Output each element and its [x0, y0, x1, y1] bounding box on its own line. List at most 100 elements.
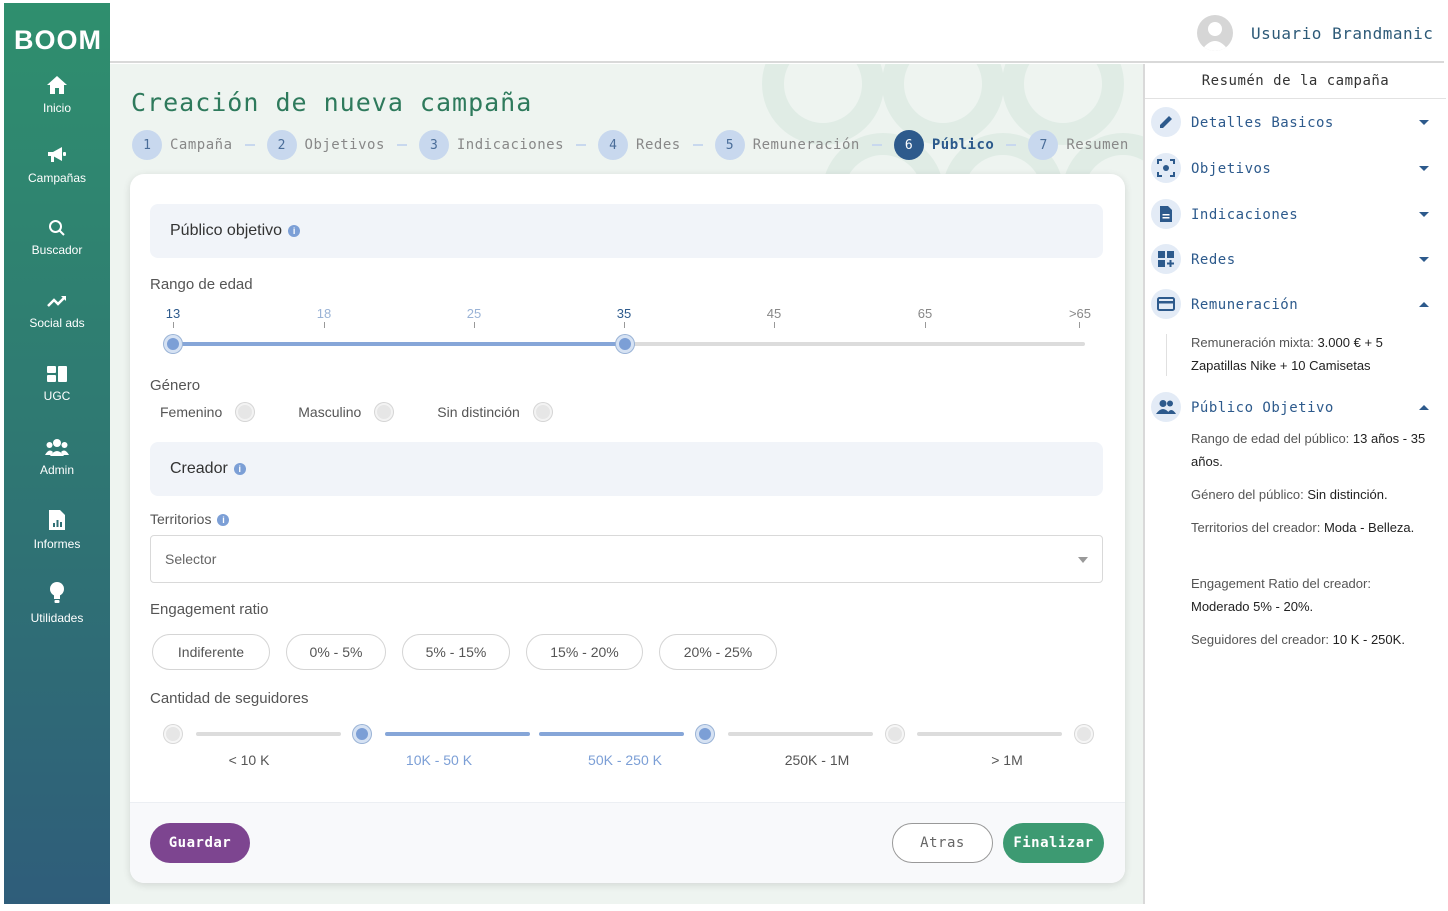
page-title: Creación de nueva campaña — [131, 88, 533, 117]
step-number: 1 — [132, 130, 162, 160]
nav-label: Admin — [39, 463, 74, 477]
trending-up-icon — [47, 296, 66, 307]
step-publico[interactable]: 6 Público — [893, 130, 995, 160]
people-icon — [1151, 392, 1181, 422]
credit-card-icon — [1151, 289, 1181, 319]
age-tick[interactable]: 25 — [454, 306, 494, 321]
engagement-chip[interactable]: 15% - 20% — [526, 634, 643, 670]
summary-section-objetivos[interactable]: Objetivos — [1151, 153, 1441, 185]
followers-range-label: 50K - 250 K — [588, 752, 662, 768]
age-tick[interactable]: 18 — [304, 306, 344, 321]
chevron-up-icon — [1419, 405, 1429, 410]
nav-label: Inicio — [42, 101, 71, 115]
followers-segment[interactable] — [728, 732, 873, 736]
step-label: Indicaciones — [456, 137, 565, 153]
nav-item-inicio[interactable]: Inicio — [4, 75, 110, 115]
age-slider-max-handle[interactable] — [616, 335, 634, 353]
step-campana[interactable]: 1 Campaña — [132, 130, 233, 160]
step-number: 7 — [1028, 130, 1059, 160]
followers-step-dot[interactable] — [886, 725, 904, 743]
gender-radio-sin-distincion[interactable]: Sin distinción — [437, 403, 552, 421]
summary-section-publico[interactable]: Público Objetivo — [1151, 392, 1441, 424]
age-slider-min-handle[interactable] — [164, 335, 182, 353]
info-icon[interactable]: i — [288, 225, 301, 237]
radio-button[interactable] — [533, 403, 552, 421]
territories-select[interactable]: Selector — [150, 535, 1103, 583]
grid-icon — [47, 366, 67, 382]
summary-section-redes[interactable]: Redes — [1151, 244, 1441, 276]
age-tick[interactable]: 65 — [905, 306, 945, 321]
nav-item-admin[interactable]: Admin — [4, 437, 110, 477]
nav-item-informes[interactable]: Informes — [4, 509, 110, 551]
followers-segment[interactable] — [196, 732, 341, 736]
widgets-icon — [1151, 244, 1181, 274]
engagement-chip[interactable]: 0% - 5% — [286, 634, 386, 670]
summary-section-indicaciones[interactable]: Indicaciones — [1151, 199, 1441, 231]
nav-item-buscador[interactable]: Buscador — [4, 219, 110, 257]
nav-item-ugc[interactable]: UGC — [4, 365, 110, 403]
audience-section-title: Público objetivo — [170, 222, 283, 239]
followers-step-dot[interactable] — [1075, 725, 1093, 743]
followers-segment[interactable] — [917, 732, 1062, 736]
gender-radio-masculino[interactable]: Masculino — [298, 403, 394, 421]
age-tick[interactable]: 45 — [754, 306, 794, 321]
step-objetivos[interactable]: 2 Objetivos — [266, 130, 385, 160]
summary-section-label: Indicaciones — [1191, 207, 1299, 223]
nav-item-campanas[interactable]: Campañas — [4, 145, 110, 185]
form-card: Público objetivo i Rango de edad 13 18 25… — [130, 174, 1125, 883]
engagement-chip[interactable]: Indiferente — [152, 634, 270, 670]
select-placeholder: Selector — [165, 551, 217, 567]
search-icon — [49, 220, 65, 236]
followers-segment[interactable] — [385, 732, 530, 736]
followers-step-dot[interactable] — [353, 725, 371, 743]
summary-territories: Territorios del creador: Moda - Belleza. — [1191, 516, 1431, 539]
info-icon[interactable]: i — [217, 514, 230, 526]
tick-mark — [925, 322, 926, 328]
audience-section-title-wrap: Público objetivo i — [170, 222, 301, 240]
summary-remuneration: Remuneración mixta: 3.000 € + 5 Zapatill… — [1191, 331, 1431, 377]
step-separator — [396, 144, 407, 146]
card-footer: Guardar Atras Finalizar — [130, 802, 1125, 883]
finish-button[interactable]: Finalizar — [1003, 823, 1104, 863]
territories-label-wrap: Territorios i — [150, 511, 230, 527]
summary-followers: Seguidores del creador: 10 K - 250K. — [1191, 628, 1431, 651]
radio-button[interactable] — [375, 403, 394, 421]
summary-panel: Resumén de la campaña Detalles Basicos O… — [1143, 64, 1446, 904]
nav-label: Buscador — [31, 243, 83, 257]
gender-radio-femenino[interactable]: Femenino — [160, 403, 255, 421]
step-resumen[interactable]: 7 Resumen — [1028, 130, 1129, 160]
summary-section-detalles[interactable]: Detalles Basicos — [1151, 107, 1441, 139]
followers-step-dot[interactable] — [696, 725, 714, 743]
radio-button[interactable] — [236, 403, 255, 421]
age-tick[interactable]: 13 — [153, 306, 193, 321]
nav-item-utilidades[interactable]: Utilidades — [4, 581, 110, 625]
engagement-chip[interactable]: 5% - 15% — [402, 634, 510, 670]
chevron-down-icon — [1419, 257, 1429, 262]
brand-logo: BOOM — [14, 25, 102, 55]
followers-segment[interactable] — [539, 732, 684, 736]
radio-label: Masculino — [298, 404, 362, 420]
step-remuneracion[interactable]: 5 Remuneración — [714, 130, 860, 160]
avatar[interactable] — [1197, 15, 1233, 51]
age-tick[interactable]: 35 — [604, 306, 644, 321]
save-button[interactable]: Guardar — [150, 823, 250, 863]
followers-step-dot[interactable] — [164, 725, 182, 743]
step-redes[interactable]: 4 Redes — [598, 130, 681, 160]
age-tick[interactable]: >65 — [1060, 306, 1100, 321]
summary-key: Género del público: — [1191, 487, 1308, 502]
info-icon[interactable]: i — [233, 463, 246, 475]
radio-label: Sin distinción — [437, 404, 520, 420]
nav-item-social-ads[interactable]: Social ads — [4, 292, 110, 330]
summary-section-remuneracion[interactable]: Remuneración — [1151, 289, 1441, 321]
chevron-down-icon — [1419, 120, 1429, 125]
summary-section-label: Público Objetivo — [1191, 400, 1334, 416]
step-indicaciones[interactable]: 3 Indicaciones — [418, 130, 565, 160]
engagement-chip[interactable]: 20% - 25% — [659, 634, 777, 670]
step-label: Público — [931, 137, 995, 153]
username[interactable]: Usuario Brandmanic — [1251, 24, 1433, 43]
audience-section-header: Público objetivo i — [150, 204, 1103, 258]
tick-mark — [474, 322, 475, 328]
back-button[interactable]: Atras — [892, 823, 993, 863]
summary-key: Territorios del creador: — [1191, 520, 1324, 535]
summary-key: Rango de edad del público: — [1191, 431, 1353, 446]
